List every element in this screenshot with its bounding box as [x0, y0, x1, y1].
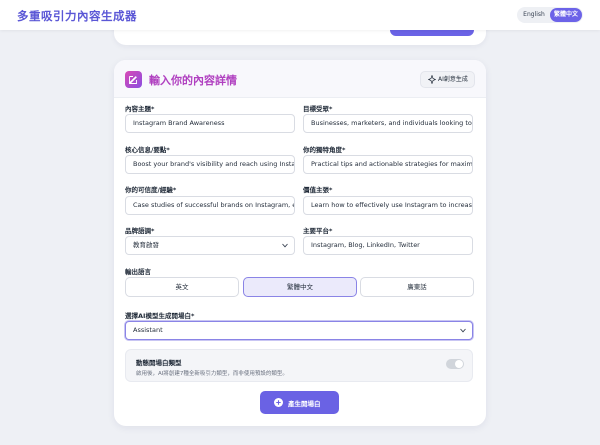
- core-message-input[interactable]: Boost your brand's visibility and reach …: [125, 155, 295, 174]
- edit-icon: [125, 71, 142, 88]
- output-language-traditional-chinese[interactable]: 繁體中文: [243, 277, 357, 297]
- generate-button[interactable]: 產生開場白: [260, 391, 339, 414]
- toggle-knob: [455, 360, 463, 368]
- plus-circle-icon: [274, 398, 283, 407]
- audience-label: 目標受眾*: [303, 105, 333, 113]
- ai-generate-button[interactable]: AI創意生成: [420, 71, 475, 88]
- chevron-down-icon: [282, 243, 288, 248]
- language-english-button[interactable]: English: [519, 8, 549, 22]
- brand-tone-select[interactable]: 教育啟發: [125, 236, 295, 255]
- language-toggle: English 繁體中文: [517, 7, 583, 23]
- core-message-label: 核心信息/要點*: [125, 146, 170, 154]
- generate-label: 產生開場白: [288, 400, 321, 408]
- card-header: 輸入你的內容詳情 AI創意生成: [114, 60, 486, 98]
- dynamic-type-title: 動態開場白類型: [136, 359, 182, 367]
- value-proposition-input[interactable]: Learn how to effectively use Instagram t…: [303, 196, 473, 215]
- value-proposition-label: 價值主張*: [303, 186, 333, 194]
- audience-input[interactable]: Businesses, marketers, and individuals l…: [303, 114, 473, 133]
- main-platforms-input[interactable]: Instagram, Blog, LinkedIn, Twitter: [303, 236, 473, 255]
- credibility-input[interactable]: Case studies of successful brands on Ins…: [125, 196, 295, 215]
- language-chinese-button[interactable]: 繁體中文: [550, 8, 582, 22]
- output-language-english[interactable]: 英文: [125, 277, 239, 297]
- topic-input[interactable]: Instagram Brand Awareness: [125, 114, 295, 133]
- dynamic-type-description: 啟用後，AI將創建7種全新吸引力類型，而非使用預設的類型。: [136, 371, 288, 377]
- card-title: 輸入你的內容詳情: [149, 74, 237, 87]
- output-language-label: 輸出語言: [125, 268, 151, 276]
- top-bar: 多重吸引力內容生成器 English 繁體中文: [0, 0, 600, 30]
- model-label: 選擇AI模型生成開場白*: [125, 312, 195, 320]
- unique-angle-input[interactable]: Practical tips and actionable strategies…: [303, 155, 473, 174]
- dynamic-type-panel: 動態開場白類型 啟用後，AI將創建7種全新吸引力類型，而非使用預設的類型。: [125, 349, 473, 382]
- app-title: 多重吸引力內容生成器: [17, 9, 137, 23]
- brand-tone-value: 教育啟發: [133, 241, 159, 249]
- dynamic-type-toggle[interactable]: [446, 359, 464, 369]
- unique-angle-label: 你的獨特角度*: [303, 146, 346, 154]
- credibility-label: 你的可信度/經驗*: [125, 186, 177, 194]
- sparkle-icon: [428, 75, 436, 84]
- ai-generate-label: AI創意生成: [438, 76, 468, 83]
- topic-label: 內容主題*: [125, 105, 155, 113]
- brand-tone-label: 品牌語調*: [125, 227, 155, 235]
- main-platforms-label: 主要平台*: [303, 227, 333, 235]
- chevron-down-icon: [460, 328, 466, 333]
- model-value: Assistant: [133, 326, 163, 334]
- content-details-card: 輸入你的內容詳情 AI創意生成 內容主題* Instagram Brand Aw…: [114, 60, 486, 426]
- model-select[interactable]: Assistant: [125, 321, 473, 340]
- output-language-cantonese[interactable]: 廣東話: [360, 277, 474, 297]
